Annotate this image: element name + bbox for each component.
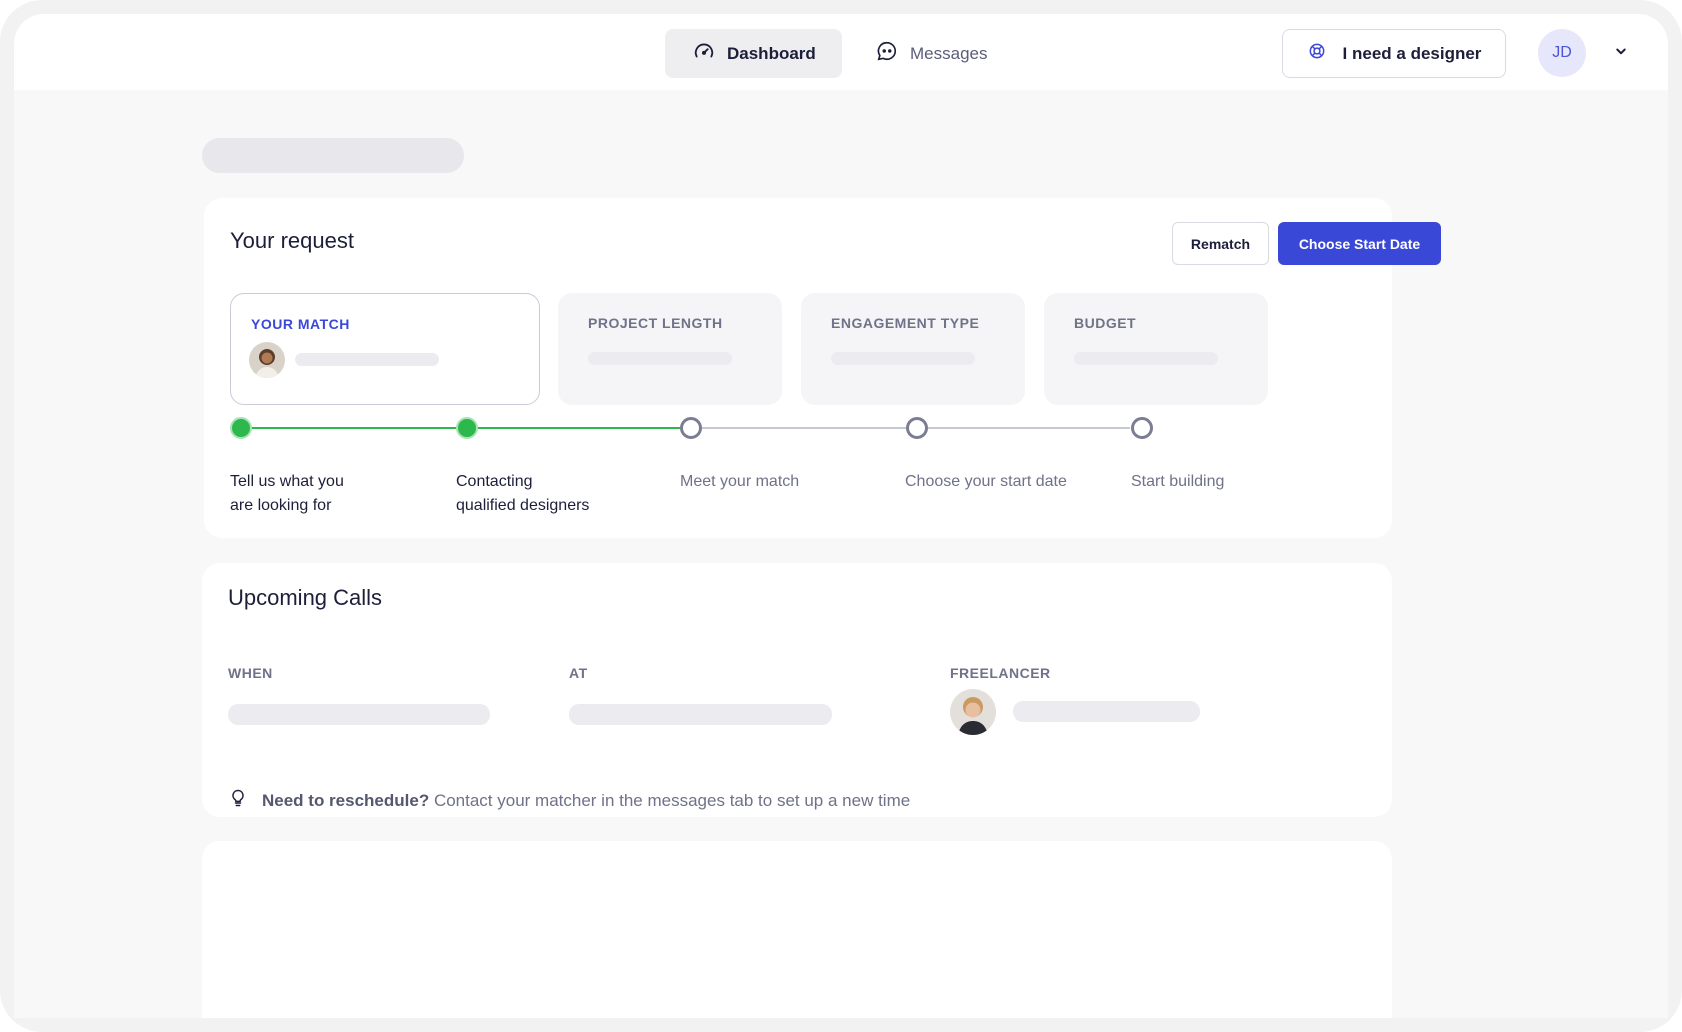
user-avatar[interactable]: JD <box>1538 29 1586 77</box>
freelancer-avatar <box>950 689 996 735</box>
choose-start-date-button[interactable]: Choose Start Date <box>1278 222 1441 265</box>
upcoming-calls-title: Upcoming Calls <box>228 585 383 610</box>
top-navigation-bar: Dashboard Messages I need a designer JD <box>14 14 1668 90</box>
request-title: Your request <box>230 228 354 253</box>
your-match-label: YOUR MATCH <box>251 316 350 332</box>
tab-dashboard[interactable]: Dashboard <box>665 29 842 78</box>
column-at: AT <box>569 665 588 681</box>
chat-bubble-icon <box>876 40 898 67</box>
budget-placeholder <box>1074 352 1218 365</box>
engagement-type-placeholder <box>831 352 975 365</box>
request-card: Your request Rematch Choose Start Date Y… <box>204 198 1441 538</box>
step-5-label: Start building <box>1131 473 1225 490</box>
device-frame: Dashboard Messages I need a designer JD … <box>0 0 1682 1032</box>
column-freelancer: FREELANCER <box>950 665 1051 681</box>
budget-label: BUDGET <box>1074 315 1137 331</box>
your-match-box[interactable]: YOUR MATCH <box>230 293 540 405</box>
engagement-type-box: ENGAGEMENT TYPE <box>801 293 1025 405</box>
upcoming-calls-card: Upcoming Calls WHEN AT FREELANCER Need t… <box>202 563 1392 817</box>
tab-messages[interactable]: Messages <box>848 29 1018 78</box>
call-when-placeholder <box>228 704 490 725</box>
freelancer-name-placeholder <box>1013 701 1200 722</box>
lifebuoy-icon <box>1307 41 1327 66</box>
app-screen: Dashboard Messages I need a designer JD … <box>14 14 1668 1018</box>
engagement-type-label: ENGAGEMENT TYPE <box>831 315 980 331</box>
reschedule-tip-text: Need to reschedule? Contact your matcher… <box>262 791 910 811</box>
need-designer-button[interactable]: I need a designer <box>1282 29 1506 78</box>
empty-content-card <box>202 841 1392 1018</box>
step-2-line1: Contacting <box>456 473 533 490</box>
project-length-placeholder <box>588 352 732 365</box>
step-4-label: Choose your start date <box>905 473 1067 490</box>
step-3-label: Meet your match <box>680 473 800 490</box>
project-length-label: PROJECT LENGTH <box>588 315 723 331</box>
tab-dashboard-label: Dashboard <box>727 43 816 63</box>
step-5-dot <box>1131 417 1153 439</box>
column-when: WHEN <box>228 665 273 681</box>
step-4-dot <box>906 417 928 439</box>
call-at-placeholder <box>569 704 832 725</box>
step-2-dot <box>456 417 478 439</box>
step-1-line1: Tell us what you <box>230 473 344 490</box>
match-avatar <box>249 342 285 378</box>
tab-messages-label: Messages <box>910 43 988 63</box>
lightbulb-icon <box>228 788 248 813</box>
step-1-label: Tell us what you are looking for <box>230 470 430 518</box>
reschedule-tip-body: Contact your matcher in the messages tab… <box>429 790 911 810</box>
match-name-placeholder <box>295 353 439 366</box>
speedometer-icon <box>693 40 715 67</box>
page-title-placeholder <box>202 138 464 173</box>
step-2-label: Contacting qualified designers <box>456 470 656 518</box>
chevron-down-icon[interactable] <box>1612 42 1630 60</box>
step-3-dot <box>680 417 702 439</box>
need-designer-label: I need a designer <box>1342 43 1482 63</box>
step-1-dot <box>230 417 252 439</box>
reschedule-tip: Need to reschedule? Contact your matcher… <box>228 788 910 813</box>
step-1-line2: are looking for <box>230 497 332 514</box>
step-2-line2: qualified designers <box>456 497 590 514</box>
project-length-box: PROJECT LENGTH <box>558 293 782 405</box>
progress-stepper <box>230 417 1153 439</box>
budget-box: BUDGET <box>1044 293 1268 405</box>
rematch-button[interactable]: Rematch <box>1172 222 1269 265</box>
reschedule-tip-bold: Need to reschedule? <box>262 790 430 810</box>
